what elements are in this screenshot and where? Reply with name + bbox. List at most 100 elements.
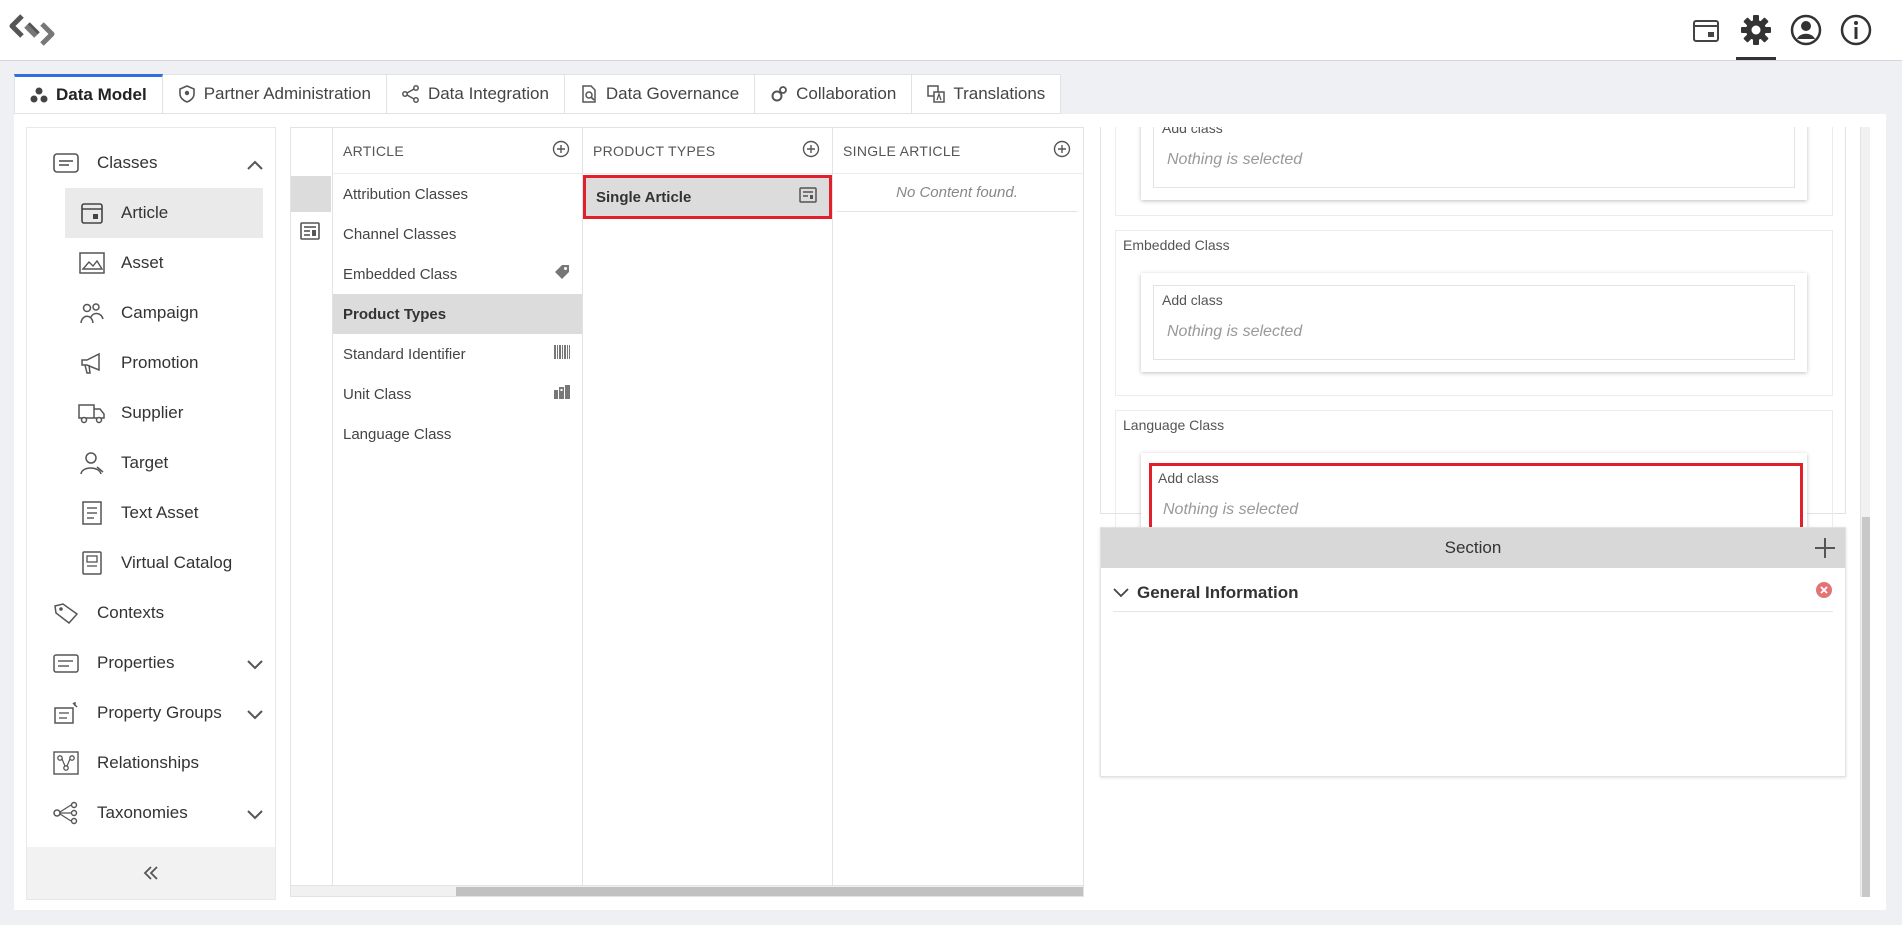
sidebar-item-classes[interactable]: Classes (27, 138, 277, 188)
tab-data-integration[interactable]: Data Integration (386, 74, 565, 114)
tab-label: Translations (953, 84, 1046, 103)
list-item[interactable]: Standard Identifier (333, 334, 582, 374)
tab-label: Data Integration (427, 84, 549, 103)
list-item[interactable]: Embedded Class (333, 254, 582, 294)
sidebar-item-text-asset[interactable]: Text Asset (27, 488, 277, 538)
data-model-icon (30, 87, 48, 103)
list-item[interactable]: Unit Class (333, 374, 582, 414)
remove-icon[interactable] (1815, 581, 1833, 604)
tab-translations[interactable]: Translations (912, 74, 1062, 114)
add-section-icon[interactable] (1813, 536, 1837, 565)
add-circle-icon[interactable] (1053, 140, 1071, 161)
list-item-label: Channel Classes (343, 225, 457, 243)
chevron-down-icon[interactable] (247, 805, 263, 825)
form-icon[interactable] (300, 222, 320, 245)
main-tabs: Data Model Partner Administration Data I… (14, 74, 1062, 114)
chevron-down-icon[interactable] (247, 655, 263, 675)
form-icon (799, 187, 817, 207)
add-circle-icon[interactable] (552, 140, 570, 161)
article-box-icon[interactable] (1686, 10, 1726, 50)
list-item[interactable]: Channel Classes (333, 214, 582, 254)
chevron-down-icon[interactable] (247, 705, 263, 725)
asset-image-icon (77, 250, 107, 276)
tab-data-model[interactable]: Data Model (14, 74, 163, 114)
collapse-sidebar-button[interactable] (27, 847, 275, 899)
main-panel: Classes Article Asset Campaign Promotion (14, 114, 1886, 910)
list-item-label: Standard Identifier (343, 345, 466, 363)
group-label: Embedded Class (1123, 237, 1230, 253)
sidebar-item-campaign[interactable]: Campaign (27, 288, 277, 338)
list-item-label: Embedded Class (343, 265, 458, 283)
column-header: PRODUCT TYPES (583, 128, 832, 174)
sidebar-item-relationships[interactable]: Relationships (27, 738, 277, 788)
tag-icon (554, 264, 570, 284)
column-header: SINGLE ARTICLE (833, 128, 1083, 174)
sidebar-item-label: Taxonomies (97, 803, 188, 822)
list-item-label: Product Types (343, 305, 447, 323)
list-item-label: Single Article (596, 188, 692, 206)
sidebar-item-properties[interactable]: Properties (27, 638, 277, 688)
column-title: PRODUCT TYPES (593, 142, 716, 159)
list-item-selected[interactable]: Single Article (583, 175, 832, 219)
tab-partner-administration[interactable]: Partner Administration (162, 74, 387, 114)
truck-icon (77, 400, 107, 426)
vertical-scrollbar[interactable] (1860, 127, 1870, 897)
sidebar-item-label: Article (121, 203, 169, 222)
sidebar-item-article[interactable]: Article (65, 188, 263, 238)
sidebar-item-label: Text Asset (121, 503, 199, 522)
article-icon (77, 200, 107, 226)
sidebar-item-label: Virtual Catalog (121, 553, 233, 572)
sidebar-item-supplier[interactable]: Supplier (27, 388, 277, 438)
top-bar (0, 0, 1902, 61)
list-item-selected[interactable]: Product Types (333, 294, 582, 334)
list-item[interactable]: Language Class (333, 414, 582, 454)
sidebar-item-target[interactable]: Target (27, 438, 277, 488)
add-class-select[interactable]: Add class Nothing is selected (1153, 285, 1795, 360)
column-title: ARTICLE (343, 142, 404, 159)
tag-icon (51, 600, 81, 626)
selection-value: Nothing is selected (1167, 151, 1303, 168)
translate-icon (927, 85, 946, 103)
governance-doc-icon (582, 85, 596, 103)
sidebar-item-taxonomies[interactable]: Taxonomies (27, 788, 277, 838)
sidebar-item-asset[interactable]: Asset (27, 238, 277, 288)
single-article-column: SINGLE ARTICLE No Content found. (833, 128, 1083, 886)
app-logo-icon[interactable] (8, 12, 56, 48)
chevron-down-icon[interactable] (1113, 583, 1129, 603)
class-assignments-card: Add class Nothing is selected Embedded C… (1100, 127, 1846, 576)
add-class-label: Add class (1158, 470, 1219, 486)
section-card: Section General Information (1100, 527, 1846, 777)
taxonomy-icon (51, 800, 81, 826)
sidebar-item-virtual-catalog[interactable]: Virtual Catalog (27, 538, 277, 588)
sidebar-item-promotion[interactable]: Promotion (27, 338, 277, 388)
user-account-icon[interactable] (1786, 10, 1826, 50)
sidebar-item-label: Supplier (121, 403, 184, 422)
add-class-select[interactable]: Add class Nothing is selected (1153, 127, 1795, 188)
sidebar-item-label: Campaign (121, 303, 199, 322)
strip-selection[interactable] (291, 176, 331, 212)
double-chevron-left-icon (143, 866, 158, 880)
list-item-label: Attribution Classes (343, 185, 469, 203)
gear-icon[interactable] (1736, 10, 1776, 60)
add-class-label: Add class (1162, 127, 1223, 136)
sidebar-item-contexts[interactable]: Contexts (27, 588, 277, 638)
tab-label: Collaboration (796, 84, 897, 103)
add-circle-icon[interactable] (802, 140, 820, 161)
sidebar: Classes Article Asset Campaign Promotion (26, 127, 276, 900)
list-item-label: Unit Class (343, 385, 412, 403)
list-item-label: Language Class (343, 425, 452, 443)
empty-message: No Content found. (837, 174, 1077, 212)
tab-data-governance[interactable]: Data Governance (564, 74, 756, 114)
tab-label: Data Model (56, 85, 147, 104)
sidebar-item-label: Properties (97, 653, 175, 672)
info-icon[interactable] (1836, 10, 1876, 50)
tab-collaboration[interactable]: Collaboration (755, 74, 913, 114)
sidebar-item-label: Relationships (97, 753, 200, 772)
list-item[interactable]: Attribution Classes (333, 174, 582, 214)
section-item[interactable]: General Information (1113, 574, 1833, 612)
section-title: Section (1444, 538, 1502, 557)
horizontal-scrollbar[interactable] (291, 885, 1083, 896)
chevron-up-icon[interactable] (247, 155, 263, 175)
sidebar-item-property-groups[interactable]: Property Groups (27, 688, 277, 738)
add-class-card: Add class Nothing is selected (1141, 273, 1807, 372)
